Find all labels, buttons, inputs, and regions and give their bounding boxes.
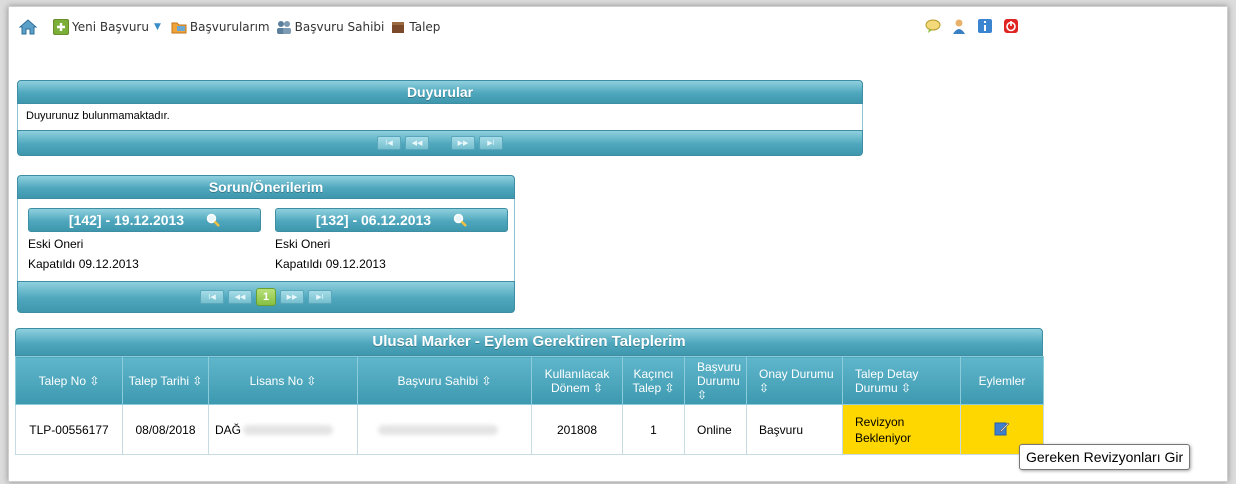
cell-onay-durumu: Başvuru (746, 404, 843, 455)
column-header-talep-tarihi[interactable]: Talep Tarihi ⇳ (122, 356, 209, 405)
home-icon[interactable] (18, 18, 38, 36)
suggestion-card-title: [132] - 06.12.2013 (315, 212, 432, 228)
suggestions-body: [142] - 19.12.2013 Eski Oneri Kapatıldı … (17, 199, 515, 281)
table-header-row: Talep No ⇳ Talep Tarihi ⇳ Lisans No ⇳ Ba… (15, 356, 1044, 405)
redacted-text (243, 425, 334, 436)
announcements-empty-text: Duyurunuz bulunmamaktadır. (17, 104, 863, 130)
suggestion-card: [142] - 19.12.2013 Eski Oneri Kapatıldı … (28, 208, 261, 272)
cell-talep-no: TLP-00556177 (15, 404, 123, 455)
panel-title: Sorun/Önerilerim (17, 175, 515, 199)
next-page-button[interactable]: ▶▶ (451, 136, 475, 150)
power-icon[interactable] (1003, 18, 1019, 34)
cell-basvuru-sahibi (357, 404, 532, 455)
panel-title: Duyurular (17, 80, 863, 104)
column-header-kullanilacak-donem[interactable]: Kullanılacak Dönem ⇳ (531, 356, 623, 405)
menu-item-basvurularim[interactable]: Başvurularım (171, 19, 270, 35)
menu-item-basvuru-sahibi[interactable]: Başvuru Sahibi (276, 19, 385, 35)
pagination: I◀ ◀◀ 1 ▶▶ ▶I (17, 281, 515, 313)
column-header-onay-durumu[interactable]: Onay Durumu ⇳ (746, 356, 843, 405)
column-header-talep-no[interactable]: Talep No ⇳ (15, 356, 123, 405)
menu-item-label: Yeni Başvuru (72, 20, 149, 34)
column-header-talep-detay-durumu[interactable]: Talep Detay Durumu ⇳ (842, 356, 961, 405)
suggestion-type: Eski Oneri (28, 237, 84, 251)
app-window: Yeni Başvuru ▼ Başvurularım Başvuru Sahi… (8, 6, 1228, 482)
box-icon (390, 19, 406, 35)
menu-item-talep[interactable]: Talep (390, 19, 440, 35)
cell-talep-detay-durumu: Revizyon Bekleniyor (842, 404, 961, 455)
tooltip: Gereken Revizyonları Gir (1019, 444, 1191, 470)
users-icon (276, 19, 292, 35)
chat-icon[interactable] (925, 18, 941, 34)
suggestion-type: Eski Oneri (275, 237, 331, 251)
pagination: I◀ ◀◀ ▶▶ ▶I (17, 130, 863, 156)
first-page-button[interactable]: I◀ (377, 136, 401, 150)
column-header-eylemler: Eylemler (960, 356, 1044, 405)
search-icon[interactable] (206, 213, 220, 227)
last-page-button[interactable]: ▶I (308, 290, 332, 304)
cell-talep-tarihi: 08/08/2018 (122, 404, 209, 455)
column-header-basvuru-sahibi[interactable]: Başvuru Sahibi ⇳ (357, 356, 532, 405)
table-row: TLP-00556177 08/08/2018 DAĞ 201808 1 Onl… (15, 404, 1044, 455)
column-header-lisans-no[interactable]: Lisans No ⇳ (208, 356, 358, 405)
current-page[interactable]: 1 (256, 288, 276, 306)
suggestion-card-header[interactable]: [142] - 19.12.2013 (28, 208, 261, 232)
top-menu-bar: Yeni Başvuru ▼ Başvurularım Başvuru Sahi… (9, 7, 1227, 47)
header-actions (925, 18, 1029, 34)
suggestion-card-header[interactable]: [132] - 06.12.2013 (275, 208, 508, 232)
main-menu: Yeni Başvuru ▼ Başvurularım Başvuru Sahi… (18, 18, 446, 36)
cell-kacinci-talep: 1 (622, 404, 685, 455)
column-header-kacinci-talep[interactable]: Kaçıncı Talep ⇳ (622, 356, 685, 405)
cell-kullanilacak-donem: 201808 (531, 404, 623, 455)
menu-item-label: Talep (409, 20, 441, 34)
suggestion-status: Kapatıldı 09.12.2013 (28, 257, 139, 271)
requests-table: Talep No ⇳ Talep Tarihi ⇳ Lisans No ⇳ Ba… (15, 356, 1044, 455)
panel-title: Ulusal Marker - Eylem Gerektiren Taleple… (15, 328, 1043, 356)
edit-icon[interactable] (994, 420, 1010, 436)
cell-lisans-no: DAĞ (208, 404, 358, 455)
info-icon[interactable] (977, 18, 993, 34)
user-icon[interactable] (951, 18, 967, 34)
menu-item-yeni-basvuru[interactable]: Yeni Başvuru ▼ (53, 19, 161, 35)
prev-page-button[interactable]: ◀◀ (405, 136, 429, 150)
lisans-no-visible: DAĞ (215, 422, 242, 437)
next-page-button[interactable]: ▶▶ (280, 290, 304, 304)
cell-basvuru-durumu: Online (684, 404, 747, 455)
chevron-down-icon: ▼ (153, 22, 161, 32)
search-icon[interactable] (453, 213, 467, 227)
prev-page-button[interactable]: ◀◀ (228, 290, 252, 304)
redacted-text (378, 425, 498, 436)
suggestion-card: [132] - 06.12.2013 Eski Oneri Kapatıldı … (275, 208, 508, 272)
suggestion-card-title: [142] - 19.12.2013 (68, 212, 185, 228)
add-document-icon (53, 19, 69, 35)
last-page-button[interactable]: ▶I (479, 136, 503, 150)
suggestion-status: Kapatıldı 09.12.2013 (275, 257, 386, 271)
requests-panel: Ulusal Marker - Eylem Gerektiren Taleple… (15, 328, 1044, 455)
suggestions-panel: Sorun/Önerilerim [142] - 19.12.2013 Eski… (17, 175, 515, 313)
menu-item-label: Başvuru Sahibi (294, 20, 385, 34)
first-page-button[interactable]: I◀ (200, 290, 224, 304)
menu-item-label: Başvurularım (189, 20, 270, 34)
column-header-basvuru-durumu[interactable]: Başvuru Durumu ⇳ (684, 356, 747, 405)
announcements-panel: Duyurular Duyurunuz bulunmamaktadır. I◀ … (17, 80, 863, 156)
folder-icon (171, 19, 187, 35)
